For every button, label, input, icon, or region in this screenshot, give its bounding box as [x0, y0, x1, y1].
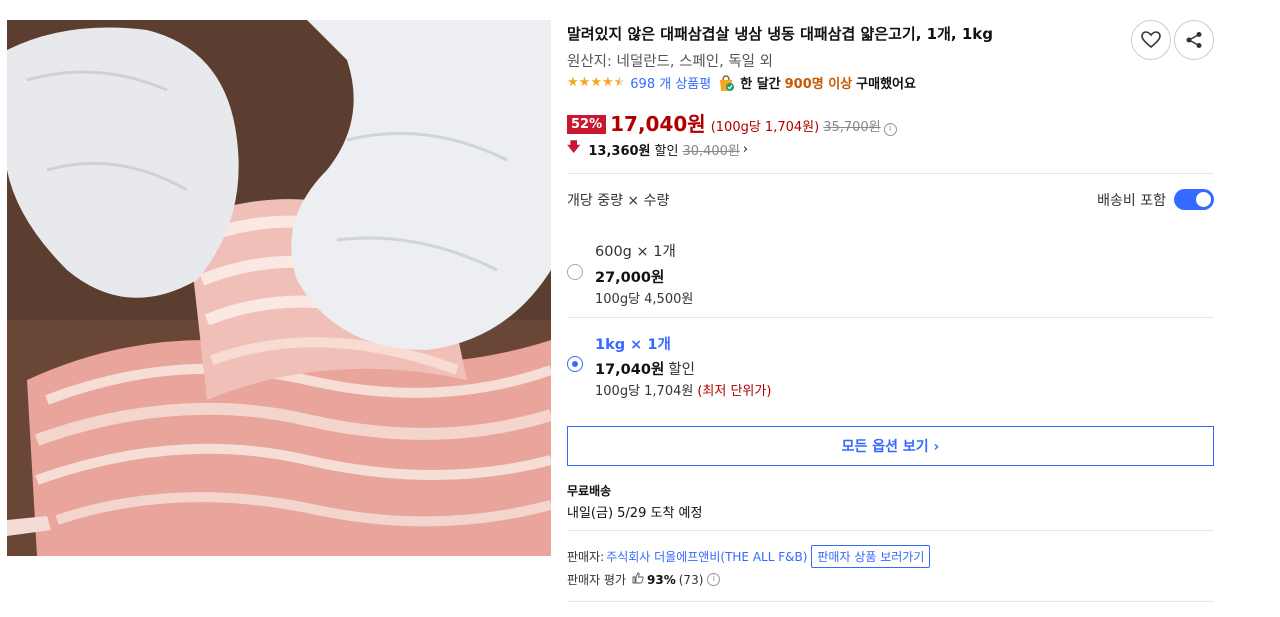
seller-rating-percent: 93%	[647, 572, 676, 587]
origin-text: 원산지: 네덜란드, 스페인, 독일 외	[567, 54, 773, 70]
option-radio[interactable]	[567, 264, 583, 280]
product-title: 말려있지 않은 대패삼겹살 냉삼 냉동 대패삼겹 얇은고기, 1개, 1kg	[567, 25, 993, 43]
star-icon: ★	[578, 75, 591, 90]
option-unit-price: 100g당 4,500원	[595, 292, 694, 307]
option-unit-price: 100g당 1,704원 (최저 단위가)	[595, 380, 771, 399]
unit-price: (100g당 1,704원)	[710, 120, 820, 135]
discount-label: 할인	[654, 143, 679, 159]
monthly-prefix: 한 달간	[740, 77, 781, 92]
down-arrow-icon: 🡇	[567, 140, 581, 155]
product-image[interactable]	[7, 20, 551, 556]
star-icon: ★	[590, 75, 602, 90]
price-row: 52% 17,040원 (100g당 1,704원) 35,700원 i	[567, 108, 897, 137]
option-name: 1kg × 1개	[595, 337, 671, 353]
divider	[567, 601, 1214, 602]
pork-belly-photo	[7, 20, 551, 556]
option-name: 600g × 1개	[595, 244, 676, 260]
sale-price: 17,040원	[610, 112, 706, 136]
option-radio-selected[interactable]	[567, 356, 583, 372]
seller-rating-label: 판매자 평가	[567, 573, 627, 587]
seller-rating-count: (73)	[678, 572, 704, 587]
monthly-suffix: 구매했어요	[856, 77, 916, 92]
share-icon	[1186, 32, 1202, 48]
star-icon: ★	[567, 75, 579, 90]
arrival-date: 내일(금) 5/29 도착 예정	[567, 506, 703, 521]
shipping-toggle-wrap: 배송비 포함	[1097, 189, 1214, 210]
wishlist-button[interactable]	[1131, 20, 1171, 60]
option-unit-value: 100g당 1,704원	[595, 384, 694, 399]
shopping-bag-icon	[717, 74, 735, 92]
discounted-amount: 13,360원	[588, 143, 651, 159]
option-item-selected[interactable]: 1kg × 1개 17,040원 할인 100g당 1,704원 (최저 단위가)	[567, 318, 1214, 410]
heart-icon	[1141, 31, 1161, 49]
info-icon[interactable]: i	[707, 573, 721, 586]
chevron-right-icon: ›	[742, 141, 749, 157]
free-shipping-label: 무료배송	[567, 484, 612, 498]
share-button[interactable]	[1174, 20, 1214, 60]
seller-row: 판매자: 주식회사 더올에프앤비(THE ALL F&B) 판매자 상품 보러가…	[567, 545, 931, 568]
seller-name-link[interactable]: 주식회사 더올에프앤비(THE ALL F&B)	[606, 548, 807, 565]
lowest-unit-note: (최저 단위가)	[697, 384, 772, 399]
seller-products-button[interactable]: 판매자 상품 보러가기	[811, 545, 931, 568]
star-half-icon: ★	[613, 75, 626, 90]
thumbs-up-icon	[632, 572, 644, 587]
rating-stars[interactable]: ★ ★ ★ ★ ★	[567, 76, 625, 89]
discount-badge: 52%	[567, 115, 607, 134]
shipping-toggle-label: 배송비 포함	[1097, 192, 1166, 209]
info-icon[interactable]: i	[883, 123, 897, 136]
option-header-label: 개당 중량 × 수량	[567, 193, 670, 209]
option-price: 17,040원 할인	[595, 358, 695, 379]
seller-label: 판매자:	[567, 550, 605, 564]
discount-original-price: 30,400원	[682, 143, 740, 159]
review-count-link[interactable]: 698 개 상품평	[630, 73, 711, 92]
divider	[567, 173, 1214, 174]
all-options-button[interactable]: 모든 옵션 보기 ›	[567, 426, 1214, 466]
shipping-toggle[interactable]	[1174, 189, 1214, 210]
divider	[567, 530, 1214, 531]
original-price: 35,700원	[823, 120, 881, 135]
monthly-count: 900명 이상	[784, 77, 853, 92]
option-price-tag: 할인	[668, 362, 695, 378]
seller-rating-row: 판매자 평가 93% (73) i	[567, 571, 721, 588]
option-price-value: 17,040원	[595, 362, 665, 378]
option-item[interactable]: 600g × 1개 27,000원 100g당 4,500원	[567, 225, 1214, 317]
star-icon: ★	[601, 75, 614, 90]
option-price-value: 27,000원	[595, 270, 665, 286]
instant-discount-row[interactable]: 🡇 13,360원 할인 30,400원 ›	[567, 138, 748, 160]
option-price: 27,000원	[595, 266, 664, 287]
rating-row: ★ ★ ★ ★ ★ 698 개 상품평 한 달간 900명 이상 구매했어요	[567, 73, 916, 92]
